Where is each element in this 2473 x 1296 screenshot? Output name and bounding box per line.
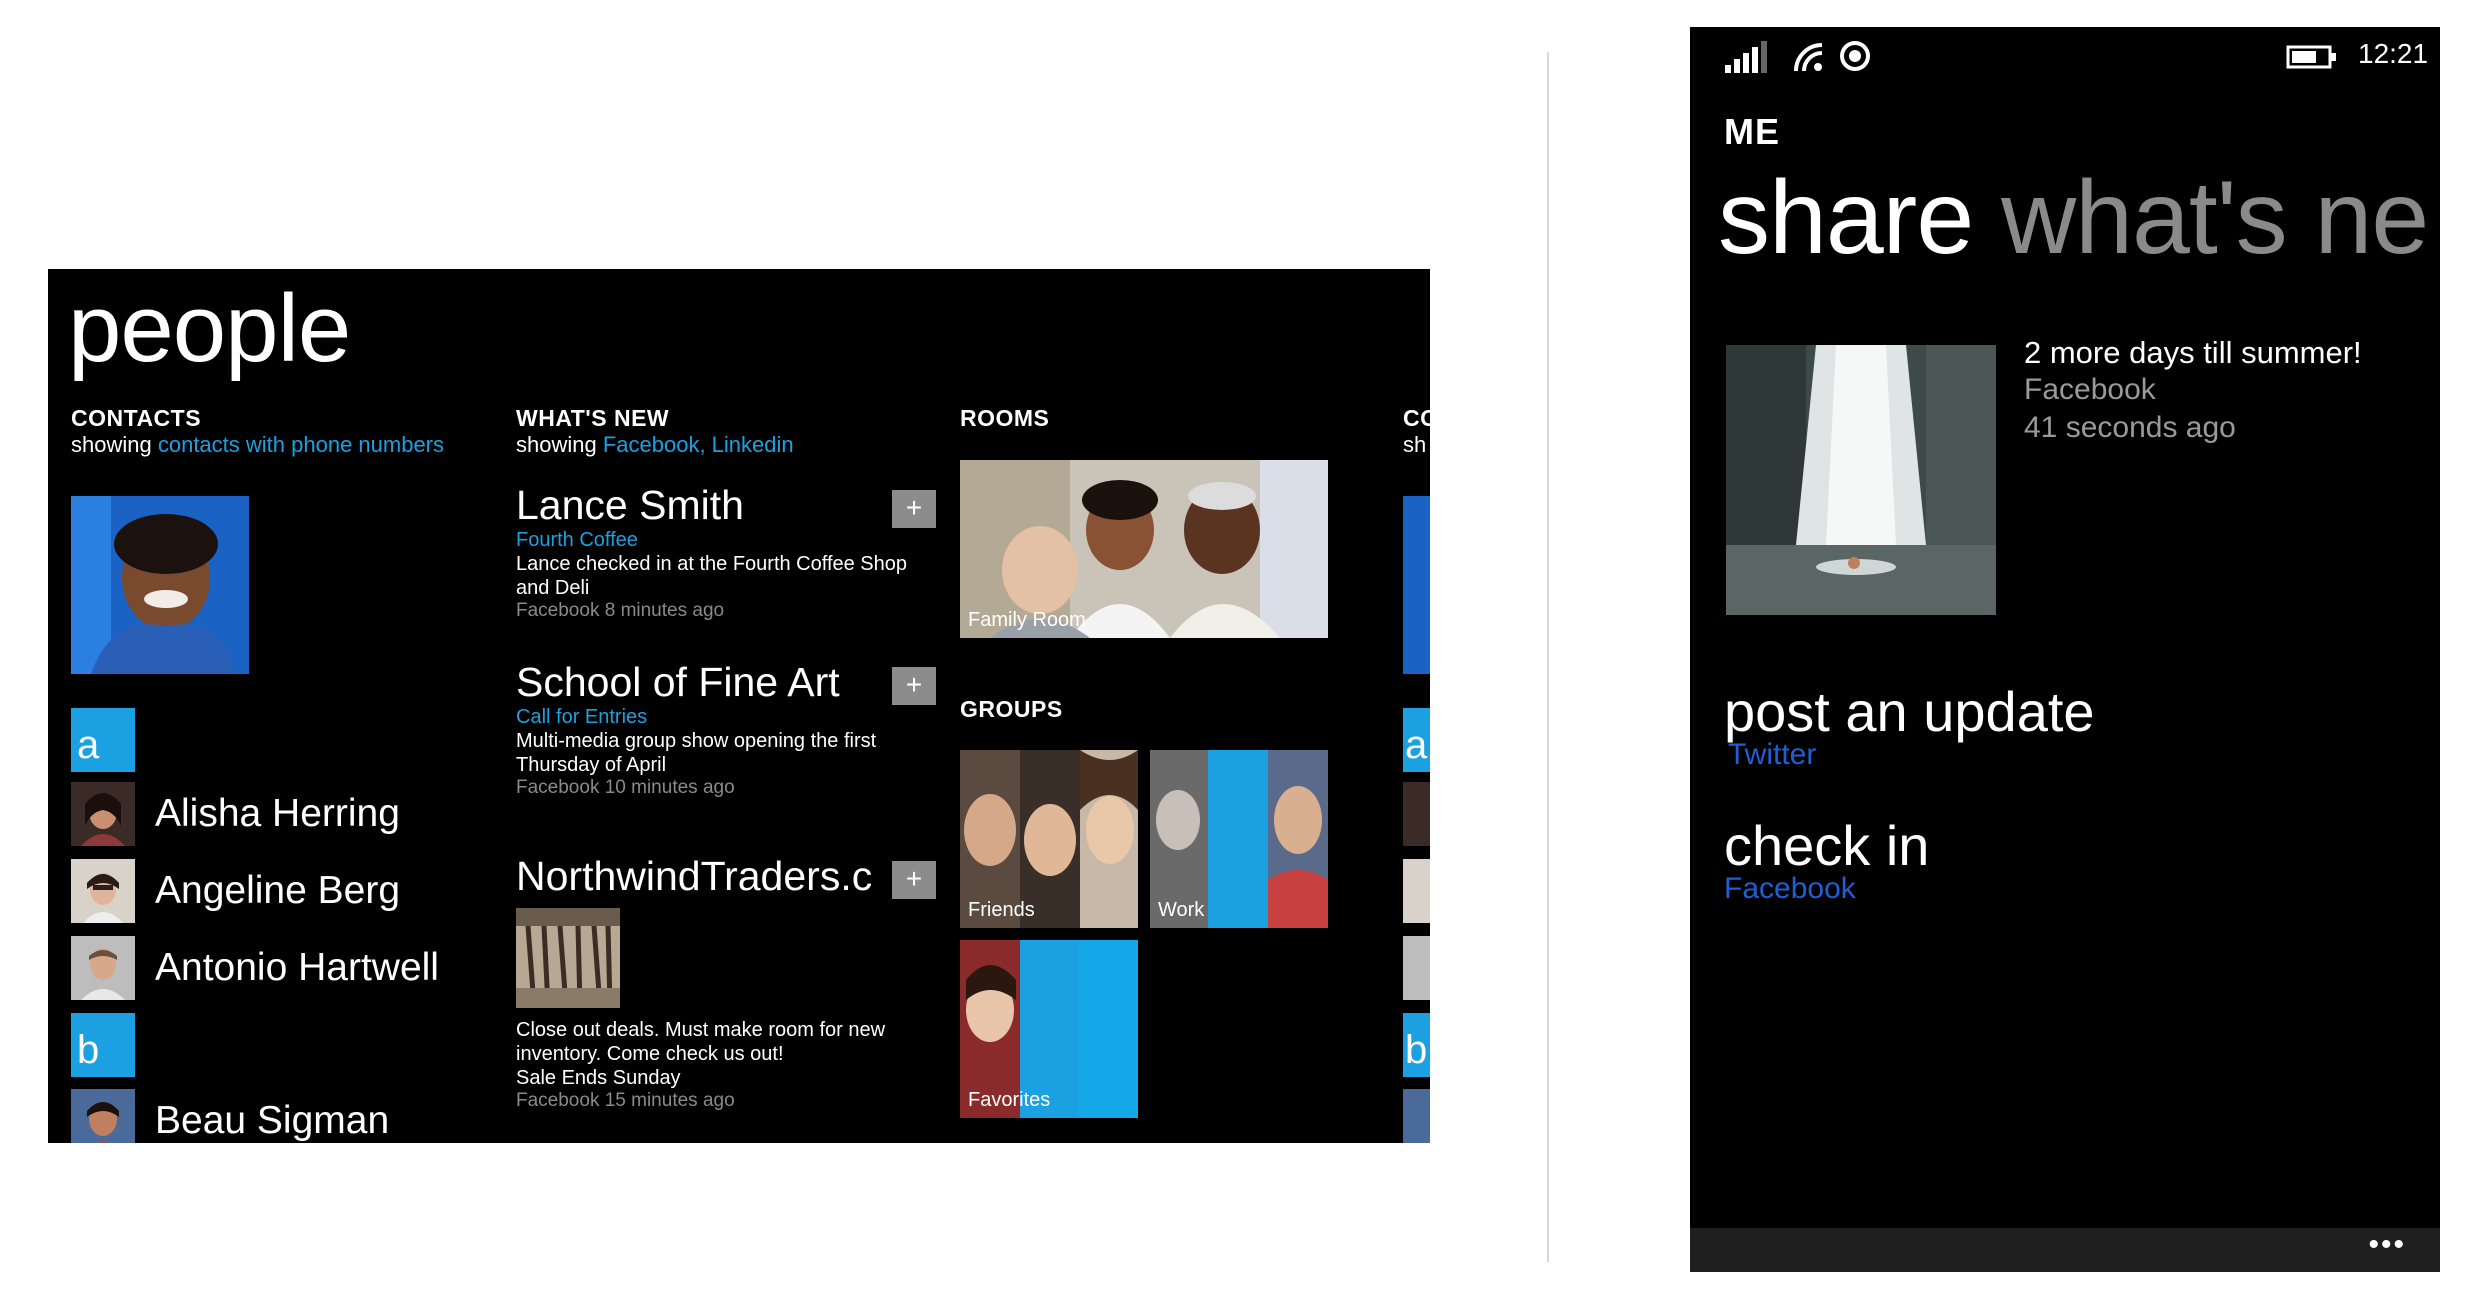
hub-title: people — [68, 275, 351, 382]
feed-text: and Deli — [516, 577, 590, 599]
feed-author: School of Fine Art — [516, 659, 840, 705]
pivot-item-whats-new[interactable]: what's ne — [2001, 160, 2429, 276]
app-bar: ••• — [1690, 1228, 2440, 1272]
signal-icon — [1725, 41, 1775, 78]
group-tile-label: Work — [1158, 899, 1205, 921]
post-update-action[interactable]: post an update Twitter — [1724, 679, 2095, 772]
comment-button[interactable]: + — [892, 667, 936, 705]
peek-avatar — [1403, 859, 1430, 923]
peek-letter-b[interactable]: b — [1403, 1013, 1430, 1077]
contact-item[interactable]: Alisha Herring — [71, 782, 400, 846]
more-icon[interactable]: ••• — [2368, 1228, 2406, 1262]
plus-icon: + — [905, 669, 923, 700]
feed-item[interactable]: NorthwindTraders.c Close out deals. Must… — [516, 853, 956, 1112]
contact-avatar — [71, 859, 135, 923]
feed-photo[interactable] — [516, 908, 620, 1008]
feed-text: Lance checked in at the Fourth Coffee Sh… — [516, 553, 908, 575]
plus-icon: + — [905, 863, 923, 894]
room-tile[interactable]: Family Room — [960, 460, 1328, 638]
wifi-icon — [1792, 41, 1828, 78]
comment-button[interactable]: + — [892, 861, 936, 899]
contact-item[interactable]: Angeline Berg — [71, 859, 400, 923]
check-in-title: check in — [1724, 814, 1930, 877]
divider-line — [1547, 52, 1549, 1262]
feed-place[interactable]: Fourth Coffee — [516, 529, 956, 552]
peek-sub: sh — [1403, 432, 1427, 457]
battery-icon — [2286, 45, 2338, 74]
contacts-heading: CONTACTS — [71, 405, 202, 431]
feed-author: Lance Smith — [516, 482, 744, 528]
group-tile-label: Favorites — [968, 1089, 1051, 1111]
feed-text: Close out deals. Must make room for new — [516, 1019, 886, 1041]
feed-author: NorthwindTraders.c — [516, 853, 873, 899]
app-title: ME — [1724, 111, 1780, 152]
location-icon — [1838, 39, 1872, 78]
group-tile[interactable]: Favorites — [960, 940, 1138, 1118]
feed-item[interactable]: Lance Smith Fourth Coffee Lance checked … — [516, 482, 956, 622]
plus-icon: + — [905, 492, 923, 523]
latest-status-source: Facebook — [2024, 373, 2156, 406]
peek-avatar — [1403, 782, 1430, 846]
post-update-title: post an update — [1724, 680, 2095, 743]
groups-heading: GROUPS — [960, 696, 1063, 722]
group-tile[interactable]: Friends — [960, 750, 1138, 928]
jump-letter-a[interactable]: a — [71, 708, 135, 772]
profile-photo[interactable] — [71, 496, 249, 674]
latest-status-text: 2 more days till summer! — [2024, 335, 2362, 370]
feed-text: Thursday of April — [516, 754, 667, 776]
feed-text: Sale Ends Sunday — [516, 1067, 681, 1089]
feed-meta: Facebook 10 minutes ago — [516, 777, 735, 798]
room-tile-label: Family Room — [968, 609, 1086, 631]
peek-avatar — [1403, 1089, 1430, 1143]
clock: 12:21 — [2358, 38, 2429, 69]
pivot-item-share[interactable]: share — [1718, 160, 1974, 276]
group-tile[interactable]: Work — [1150, 750, 1328, 928]
contact-avatar — [71, 782, 135, 846]
peek-letter-a[interactable]: a — [1403, 708, 1430, 772]
feed-place[interactable]: Call for Entries — [516, 706, 956, 729]
feed-item[interactable]: School of Fine Art Call for Entries Mult… — [516, 659, 956, 799]
contacts-filter-link[interactable]: contacts with phone numbers — [158, 432, 444, 457]
feed-text: Multi-media group show opening the first — [516, 730, 877, 752]
contact-item[interactable]: Antonio Hartwell — [71, 936, 439, 1000]
rooms-heading: ROOMS — [960, 405, 1050, 431]
contact-avatar — [71, 1089, 135, 1143]
contact-item[interactable]: Beau Sigman — [71, 1089, 389, 1143]
peek-heading: CO — [1403, 405, 1430, 431]
status-photo[interactable] — [1726, 345, 1996, 615]
contact-avatar — [71, 936, 135, 1000]
whats-new-filter[interactable]: showing Facebook, Linkedin — [516, 432, 794, 458]
latest-status-time: 41 seconds ago — [2024, 411, 2236, 444]
peek-profile-photo[interactable] — [1403, 496, 1430, 674]
feed-meta: Facebook 15 minutes ago — [516, 1090, 735, 1111]
check-in-action[interactable]: check in Facebook — [1724, 813, 1929, 906]
contacts-filter[interactable]: showing contacts with phone numbers — [71, 432, 444, 458]
jump-letter-b[interactable]: b — [71, 1013, 135, 1077]
people-hub-screen: people CONTACTS showing contacts with ph… — [48, 269, 1430, 1143]
pivot-headers: share what's ne — [1718, 159, 2429, 278]
feed-meta: Facebook 8 minutes ago — [516, 600, 725, 621]
group-tile-label: Friends — [968, 899, 1035, 921]
feed-text: inventory. Come check us out! — [516, 1043, 784, 1065]
whats-new-heading: WHAT'S NEW — [516, 405, 670, 431]
comment-button[interactable]: + — [892, 490, 936, 528]
whats-new-filter-link[interactable]: Facebook, Linkedin — [603, 432, 794, 457]
me-screen: 12:21 ME share what's ne 2 more days til… — [1690, 27, 2440, 1272]
peek-avatar — [1403, 936, 1430, 1000]
